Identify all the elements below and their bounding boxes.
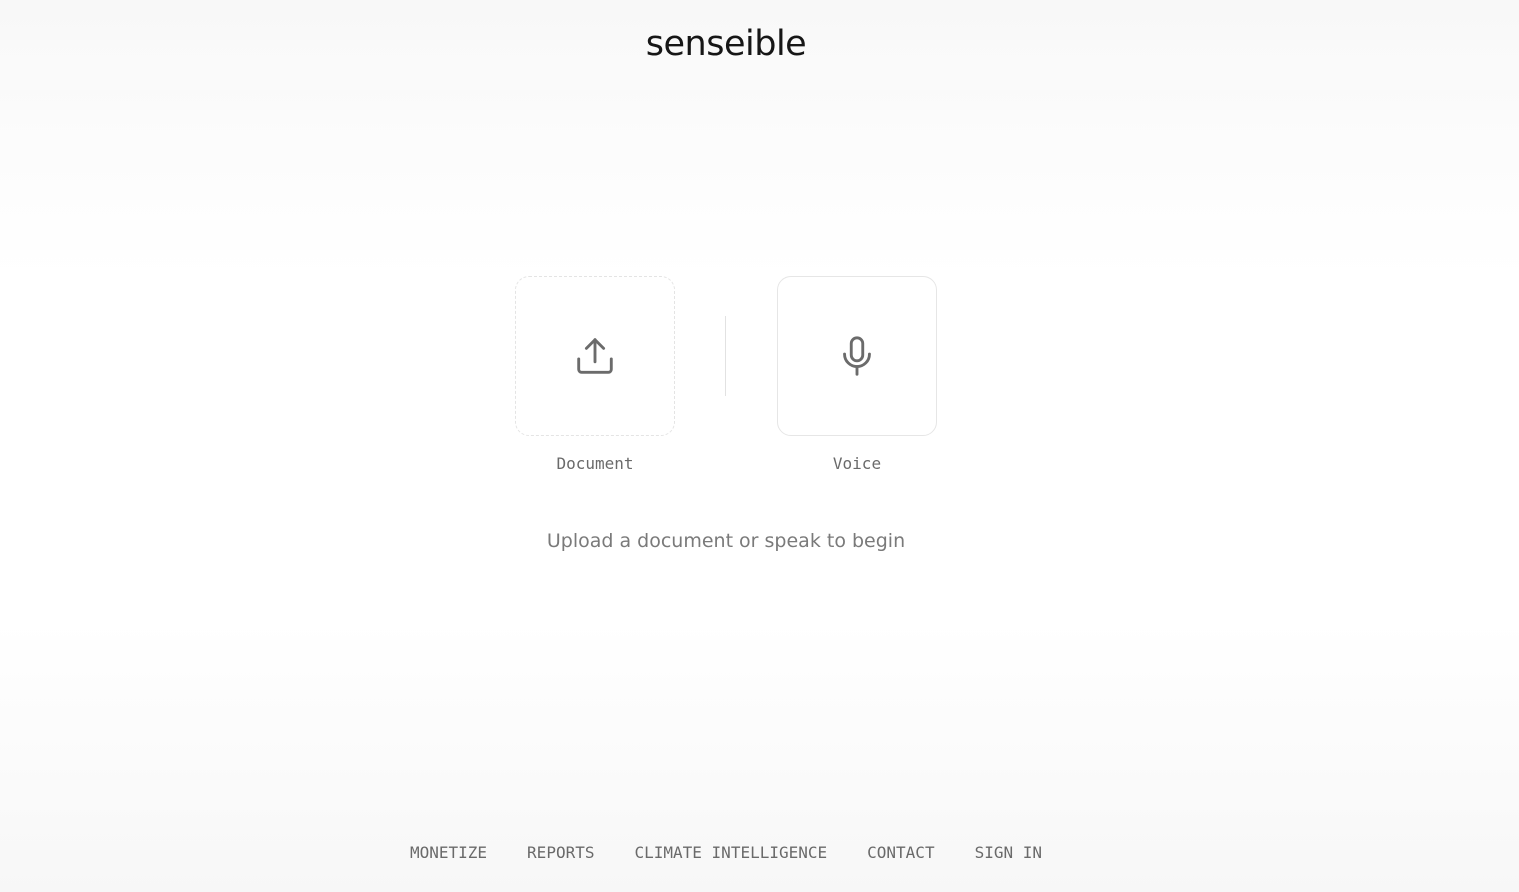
footer-link-monetize[interactable]: MONETIZE — [410, 843, 487, 862]
footer-link-climate-intelligence[interactable]: CLIMATE INTELLIGENCE — [634, 843, 827, 862]
tile-divider — [725, 316, 726, 396]
footer-link-reports[interactable]: REPORTS — [527, 843, 594, 862]
footer-link-contact[interactable]: CONTACT — [867, 843, 934, 862]
footer-nav: MONETIZE REPORTS CLIMATE INTELLIGENCE CO… — [0, 843, 1452, 862]
instruction-text: Upload a document or speak to begin — [546, 530, 906, 552]
document-label: Document — [556, 454, 634, 473]
voice-label: Voice — [832, 454, 882, 473]
voice-input-button[interactable] — [777, 276, 937, 436]
footer-link-sign-in[interactable]: SIGN IN — [975, 843, 1042, 862]
document-upload-button[interactable] — [515, 276, 675, 436]
microphone-icon — [843, 336, 871, 376]
brand-logo[interactable]: senseible — [0, 24, 1452, 64]
upload-icon — [577, 338, 613, 374]
